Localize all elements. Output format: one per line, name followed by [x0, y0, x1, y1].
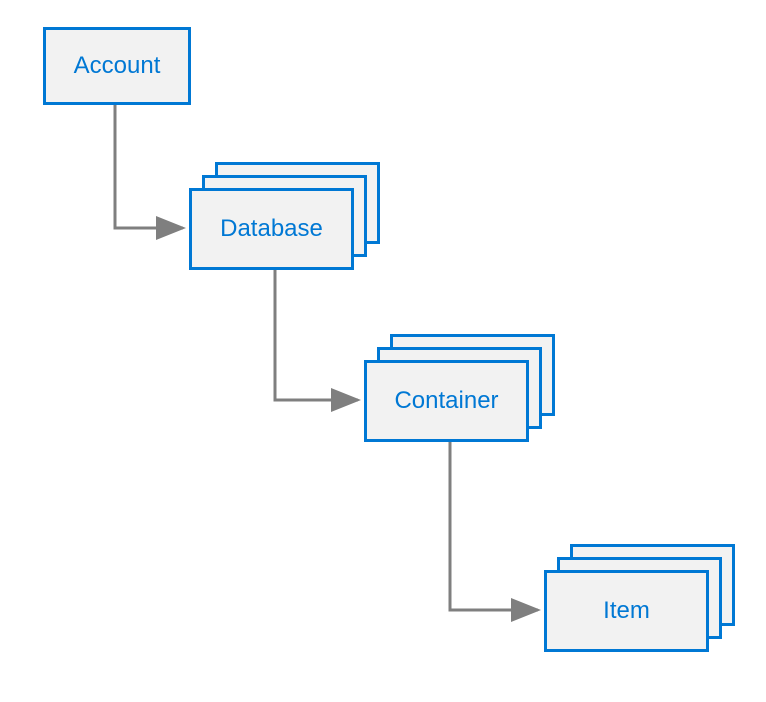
- node-account: Account: [43, 27, 191, 105]
- node-container: Container: [364, 360, 529, 442]
- node-container-label: Container: [394, 387, 498, 415]
- node-account-label: Account: [74, 52, 161, 80]
- node-database: Database: [189, 188, 354, 270]
- node-database-label: Database: [220, 215, 323, 243]
- node-item: Item: [544, 570, 709, 652]
- node-item-label: Item: [603, 597, 650, 625]
